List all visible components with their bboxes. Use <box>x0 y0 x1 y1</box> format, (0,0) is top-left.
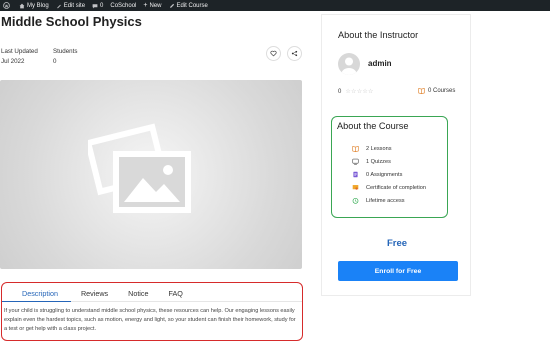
instructor-course-count: 0 Courses <box>418 87 455 94</box>
book-icon <box>418 87 425 94</box>
comment-icon <box>92 3 98 8</box>
admin-bar-my-blog-label: My Blog <box>27 2 49 9</box>
admin-bar-comment-count: 0 <box>100 2 104 9</box>
admin-bar-coschool[interactable]: CoSchool <box>110 3 136 9</box>
tab-faq[interactable]: FAQ <box>159 283 193 302</box>
course-price: Free <box>386 238 408 249</box>
students-count: Students 0 <box>53 47 77 67</box>
course-quizzes-label: 1 Quizzes <box>366 158 391 165</box>
admin-bar-edit-course[interactable]: Edit Course <box>169 3 208 9</box>
admin-bar-coschool-label: CoSchool <box>110 2 137 9</box>
instructor-heading: About the Instructor <box>338 30 419 40</box>
home-icon <box>19 3 25 8</box>
book-icon <box>351 145 359 152</box>
last-updated-label: Last Updated <box>1 48 38 55</box>
students-value: 0 <box>53 58 57 65</box>
course-lessons-label: 2 Lessons <box>366 145 392 152</box>
course-assignments: 0 Assignments <box>351 171 402 178</box>
instructor-name[interactable]: admin <box>368 59 392 68</box>
star-rating-icon: ☆☆☆☆☆ <box>345 89 374 95</box>
tab-description[interactable]: Description <box>2 283 71 302</box>
brush-icon <box>56 4 61 8</box>
plus-icon: + <box>143 2 148 9</box>
course-count-label: 0 Courses <box>428 87 456 94</box>
course-lessons: 2 Lessons <box>351 145 392 152</box>
admin-bar-my-blog[interactable]: My Blog <box>19 3 49 9</box>
share-button[interactable] <box>287 46 302 61</box>
admin-bar: My Blog Edit site 0 CoSchool + New Edit … <box>0 0 550 11</box>
wishlist-button[interactable] <box>266 46 281 61</box>
last-updated-value: Jul 2022 <box>1 58 25 65</box>
course-assignments-label: 0 Assignments <box>366 171 403 178</box>
avatar[interactable] <box>338 53 360 75</box>
admin-bar-edit-course-label: Edit Course <box>176 2 208 9</box>
share-icon <box>291 50 298 57</box>
heart-icon <box>270 50 277 57</box>
course-certificate-label: Certificate of completion <box>366 184 427 191</box>
admin-bar-edit-site[interactable]: Edit site <box>56 3 85 9</box>
course-tabs-panel: Description Reviews Notice FAQ If your c… <box>1 282 303 341</box>
wordpress-logo-icon[interactable] <box>3 2 12 9</box>
course-lifetime-access-label: Lifetime access <box>366 197 405 204</box>
user-avatar-icon <box>341 57 357 75</box>
admin-bar-comments[interactable]: 0 <box>92 3 103 9</box>
about-course-panel: About the Course 2 Lessons 1 Quizzes 0 A… <box>331 116 448 218</box>
course-certificate: Certificate of completion <box>351 184 426 191</box>
course-description: If your child is struggling to understan… <box>4 308 296 332</box>
admin-bar-new-label: New <box>149 2 162 9</box>
course-tabs: Description Reviews Notice FAQ <box>2 283 302 302</box>
page-title: Middle School Physics <box>1 14 142 29</box>
last-updated: Last Updated Jul 2022 <box>1 47 38 67</box>
clock-icon <box>351 197 359 204</box>
admin-bar-edit-site-label: Edit site <box>63 2 86 9</box>
course-lifetime-access: Lifetime access <box>351 197 405 204</box>
about-course-heading: About the Course <box>337 121 409 131</box>
certificate-icon <box>351 184 359 191</box>
tab-reviews[interactable]: Reviews <box>71 283 118 302</box>
enroll-button[interactable]: Enroll for Free <box>338 261 458 281</box>
admin-bar-new[interactable]: + New <box>143 2 161 9</box>
course-quizzes: 1 Quizzes <box>351 158 391 165</box>
quiz-icon <box>351 158 359 165</box>
instructor-rating: 0 ☆☆☆☆☆ <box>338 88 374 96</box>
image-placeholder-icon <box>88 123 191 213</box>
course-thumbnail <box>0 80 302 269</box>
rating-value: 0 <box>338 88 342 95</box>
pencil-icon <box>169 3 174 8</box>
students-label: Students <box>53 48 78 55</box>
tab-notice[interactable]: Notice <box>118 283 158 302</box>
assignment-icon <box>351 171 359 178</box>
